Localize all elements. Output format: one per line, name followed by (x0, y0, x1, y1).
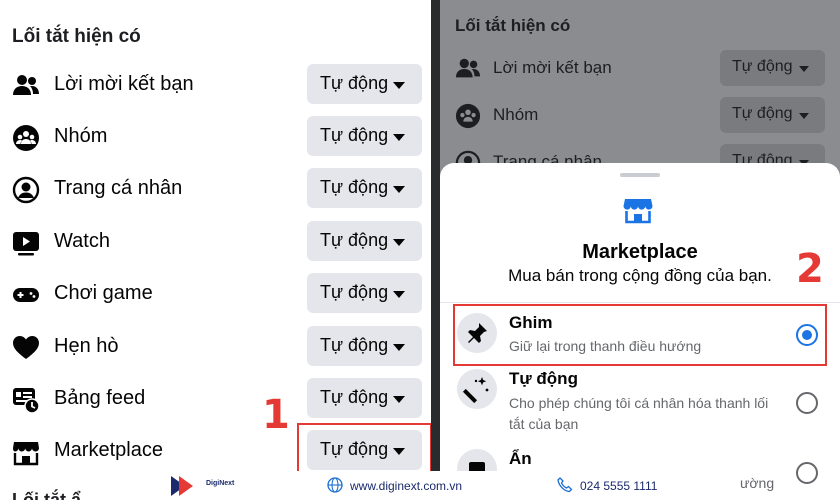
step-marker-2: 2 (796, 246, 824, 292)
shortcut-row-groups[interactable]: Nhóm Tự động (0, 114, 431, 160)
shortcut-row-friend-requests[interactable]: Lời mời kết bạn Tự động (440, 50, 840, 90)
caret-down-icon (799, 66, 809, 72)
section-title: Lối tắt hiện có (455, 16, 571, 35)
step-marker-1: 1 (262, 392, 290, 438)
shortcut-row-gaming[interactable]: Chơi game Tự động (0, 271, 431, 317)
watch-icon (13, 232, 39, 256)
shortcut-label: Trang cá nhân (54, 177, 183, 199)
phone-number[interactable]: 024 5555 1111 (580, 479, 657, 493)
groups-icon (13, 125, 39, 151)
visibility-dropdown[interactable]: Tự động (307, 326, 422, 366)
profile-icon (12, 176, 40, 204)
sheet-drag-handle[interactable] (620, 173, 660, 177)
visibility-dropdown[interactable]: Tự động (307, 378, 422, 418)
marketplace-icon (623, 199, 653, 224)
caret-down-icon (393, 396, 405, 403)
shortcut-label: Nhóm (54, 125, 108, 147)
marketplace-icon (13, 442, 39, 466)
shortcuts-panel-right-dimmed: Lối tắt hiện có Lời mời kết bạn Tự động … (440, 0, 840, 500)
panel-divider (431, 0, 440, 500)
radio-unselected[interactable] (796, 462, 818, 484)
option-auto[interactable]: Tự động Cho phép chúng tôi cá nhân hóa t… (440, 365, 840, 445)
sheet-subtitle: Mua bán trong cộng đồng của bạn. (508, 266, 772, 285)
caret-down-icon (393, 186, 405, 193)
shortcut-label: Lời mời kết bạn (493, 58, 612, 77)
visibility-dropdown[interactable]: Tự động (307, 221, 422, 261)
visibility-dropdown[interactable]: Tự động (720, 97, 825, 133)
diginext-logo-icon (171, 476, 193, 496)
section-title: Lối tắt hiện có (12, 26, 141, 47)
caret-down-icon (393, 134, 405, 141)
shortcut-label: Lời mời kết bạn (54, 73, 194, 95)
shortcut-label: Marketplace (54, 439, 163, 461)
next-section-title: Lối tắt ẩ (12, 490, 82, 500)
phone-icon (557, 477, 573, 493)
visibility-dropdown[interactable]: Tự động (307, 64, 422, 104)
globe-icon (327, 477, 343, 493)
visibility-dropdown[interactable]: Tự động (307, 116, 422, 156)
radio-unselected[interactable] (796, 392, 818, 414)
shortcut-row-profile[interactable]: Trang cá nhân Tự động (0, 166, 431, 212)
shortcut-row-friend-requests[interactable]: Lời mời kết bạn Tự động (0, 62, 431, 108)
friends-icon (455, 58, 481, 78)
shortcut-row-groups[interactable]: Nhóm Tự động (440, 97, 840, 137)
shortcut-label: Hẹn hò (54, 335, 119, 357)
sheet-title: Marketplace (582, 241, 698, 263)
shortcut-label: Nhóm (493, 105, 539, 124)
marketplace-bottom-sheet: Marketplace Mua bán trong cộng đồng của … (440, 163, 840, 500)
shortcut-label: Bảng feed (54, 387, 146, 409)
option-description: Cho phép chúng tôi cá nhân hóa thanh lối… (509, 395, 769, 432)
caret-down-icon (799, 113, 809, 119)
visibility-dropdown[interactable]: Tự động (307, 273, 422, 313)
watermark-footer: DigiNext www.diginext.com.vn 024 5555 11… (165, 471, 675, 500)
option-title: Tự động (509, 369, 578, 388)
shortcut-label: Chơi game (54, 282, 153, 304)
caret-down-icon (393, 82, 405, 89)
shortcut-row-dating[interactable]: Hẹn hò Tự động (0, 324, 431, 370)
caret-down-icon (393, 291, 405, 298)
brand-name: DigiNext (206, 480, 235, 487)
annotation-highlight-box (453, 304, 827, 366)
friends-icon (13, 75, 39, 95)
caret-down-icon (393, 344, 405, 351)
visibility-dropdown[interactable]: Tự động (720, 50, 825, 86)
website-link[interactable]: www.diginext.com.vn (350, 479, 462, 493)
option-title: Ẩn (509, 449, 532, 468)
shortcut-row-feed[interactable]: Bảng feed Tự động (0, 376, 431, 422)
magic-wand-icon (462, 377, 489, 404)
shortcut-label: Watch (54, 230, 110, 252)
visibility-dropdown[interactable]: Tự động (307, 168, 422, 208)
dating-heart-icon (13, 336, 39, 359)
option-description: ường (740, 475, 775, 491)
gaming-icon (13, 288, 39, 302)
caret-down-icon (393, 239, 405, 246)
option-icon-bg (457, 369, 497, 409)
shortcuts-panel-left: Lối tắt hiện có Lời mời kết bạn Tự động … (0, 0, 431, 500)
shortcut-row-watch[interactable]: Watch Tự động (0, 219, 431, 265)
feed-icon (13, 388, 40, 414)
groups-icon (455, 103, 481, 129)
